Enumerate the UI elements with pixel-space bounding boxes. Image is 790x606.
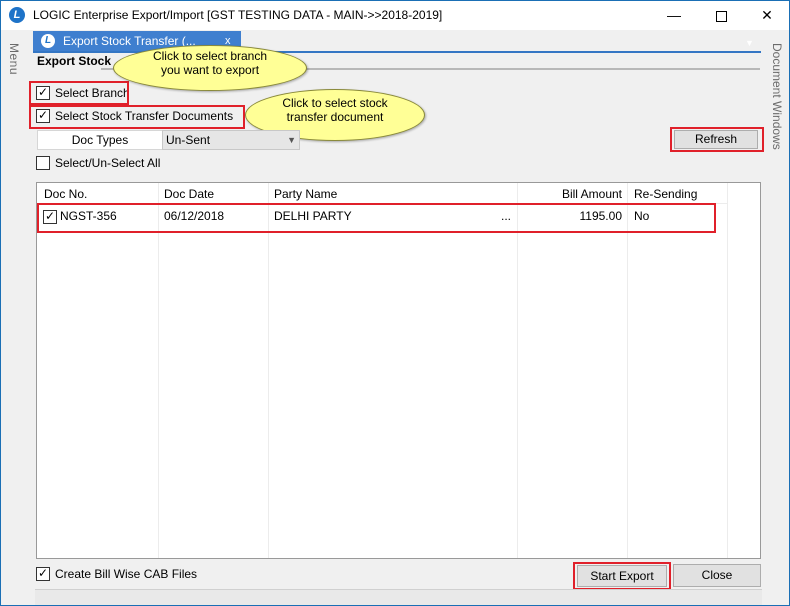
menu-label[interactable]: Menu — [7, 43, 21, 75]
callout-branch-line2: you want to export — [160, 63, 260, 77]
app-window: L LOGIC Enterprise Export/Import [GST TE… — [0, 0, 790, 606]
documents-grid[interactable]: Doc No. Doc Date Party Name Bill Amount … — [36, 182, 761, 559]
maximize-button[interactable] — [698, 1, 744, 30]
callout-stock-line2: transfer document — [286, 110, 384, 124]
grid-column-divider — [517, 183, 518, 558]
minimize-button[interactable]: — — [651, 1, 697, 30]
menu-panel[interactable] — [1, 30, 31, 605]
status-bar — [35, 589, 762, 605]
highlight-document-row — [37, 203, 716, 233]
callout-stock-line1: Click to select stock — [282, 96, 388, 110]
highlight-select-branch — [29, 81, 129, 105]
section-title: Export Stock — [37, 54, 112, 68]
doc-types-value: Un-Sent — [166, 133, 211, 147]
tab-dropdown-icon[interactable]: ▼ — [745, 38, 754, 48]
callout-branch-line1: Click to select branch — [152, 49, 268, 63]
close-window-button[interactable]: ✕ — [744, 1, 789, 30]
window-title: LOGIC Enterprise Export/Import [GST TEST… — [33, 8, 443, 22]
doc-types-label: Doc Types — [37, 130, 163, 150]
highlight-start-export — [573, 562, 671, 590]
column-header-doc-date[interactable]: Doc Date — [164, 187, 214, 201]
select-all-label[interactable]: Select/Un-Select All — [55, 156, 160, 170]
column-header-party-name[interactable]: Party Name — [274, 187, 337, 201]
highlight-select-stock-transfer — [29, 105, 245, 129]
title-bar: L LOGIC Enterprise Export/Import [GST TE… — [1, 1, 789, 30]
doc-types-dropdown[interactable]: Un-Sent ▼ — [162, 130, 300, 150]
document-windows-label[interactable]: Document Windows — [770, 43, 784, 150]
grid-column-divider — [158, 183, 159, 558]
create-cab-checkbox[interactable]: ✓ — [36, 566, 50, 581]
column-header-re-sending[interactable]: Re-Sending — [634, 187, 697, 201]
grid-column-divider — [727, 183, 728, 558]
select-all-checkbox[interactable] — [36, 156, 50, 170]
close-button[interactable]: Close — [673, 564, 761, 587]
create-cab-label[interactable]: Create Bill Wise CAB Files — [55, 567, 197, 581]
check-icon: ✓ — [38, 566, 49, 580]
callout-select-branch: Click to select branch you want to expor… — [113, 45, 307, 91]
grid-column-divider — [627, 183, 628, 558]
tab-logo-icon: L — [41, 34, 55, 48]
app-logo-icon: L — [9, 7, 25, 23]
maximize-icon — [715, 10, 727, 22]
grid-column-divider — [268, 183, 269, 558]
column-header-bill-amount[interactable]: Bill Amount — [517, 187, 622, 201]
column-header-doc-no[interactable]: Doc No. — [44, 187, 87, 201]
highlight-refresh — [670, 127, 764, 152]
chevron-down-icon: ▼ — [287, 135, 296, 145]
